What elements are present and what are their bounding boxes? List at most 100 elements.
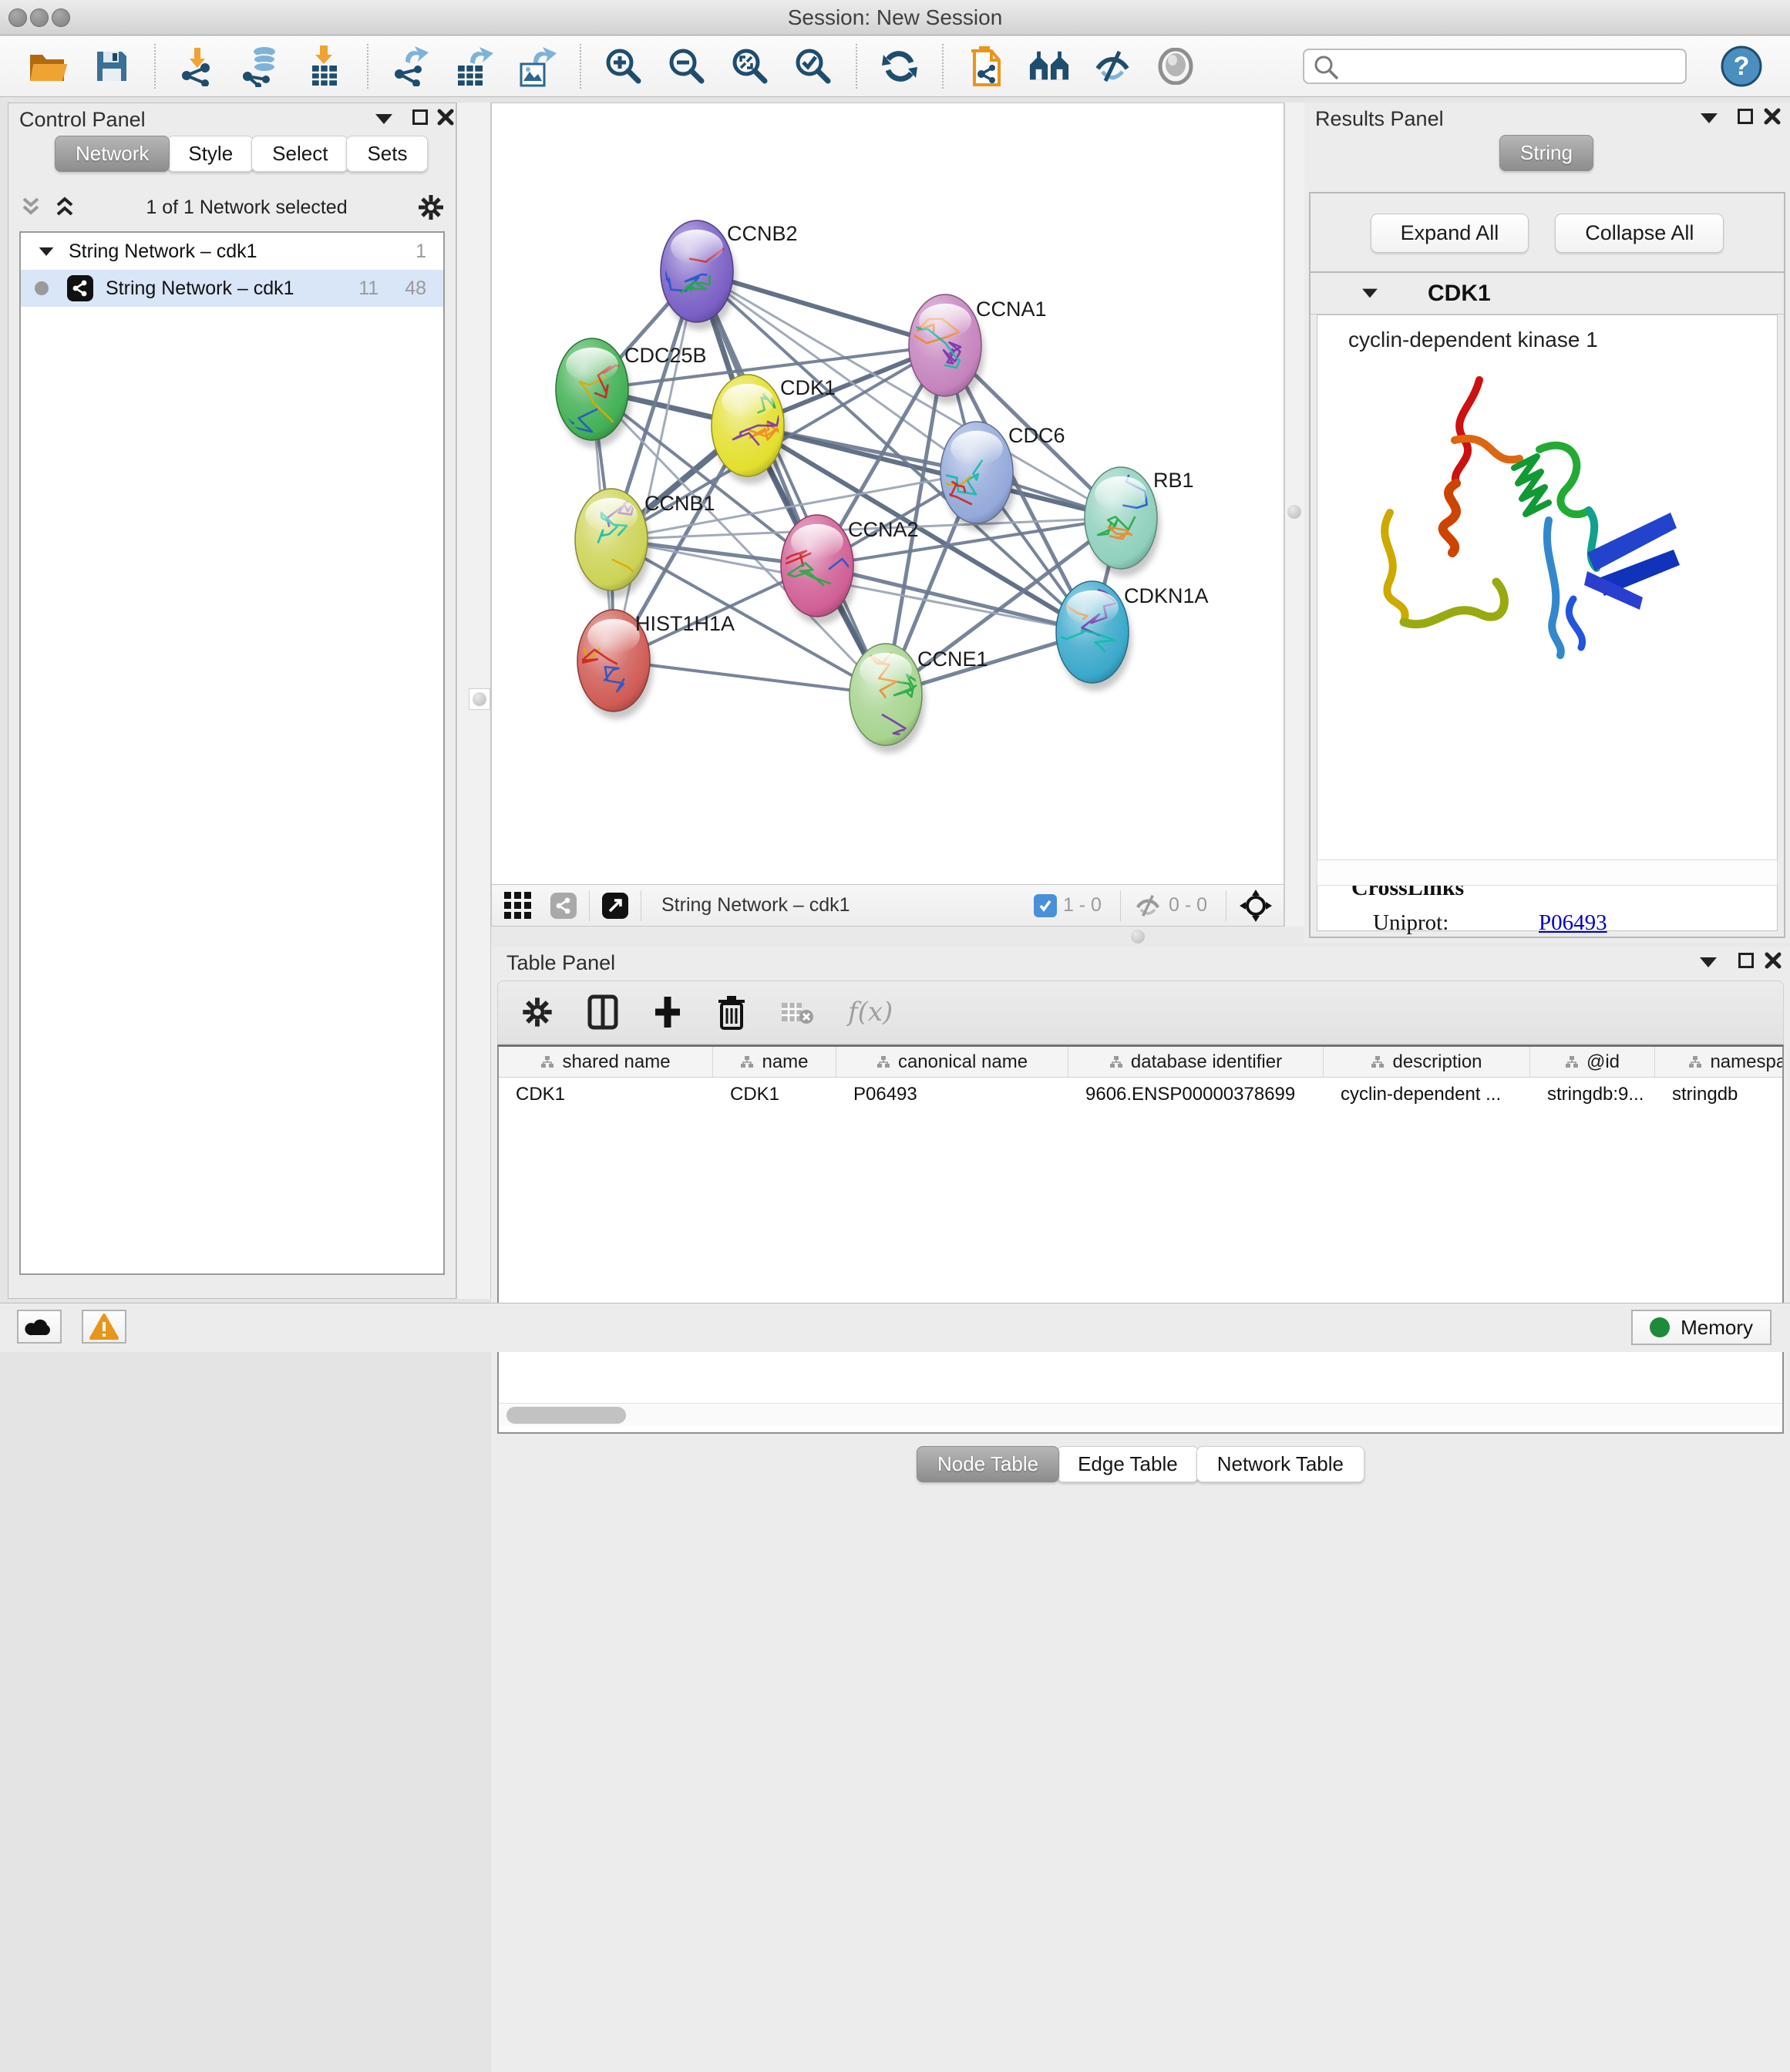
network-list: String Network – cdk1 1 String Network –… [19,231,445,1275]
cell-description[interactable]: cyclin-dependent ... [1324,1084,1530,1105]
right-splitter[interactable] [1284,103,1304,943]
control-panel-float-icon[interactable] [412,109,428,125]
tab-select[interactable]: Select [251,136,348,172]
results-panel-menu-icon[interactable] [1701,113,1718,123]
column-header-database-identifier[interactable]: database identifier [1068,1047,1324,1077]
tab-string[interactable]: String [1499,135,1593,171]
tab-sets[interactable]: Sets [346,136,428,172]
delete-column-icon[interactable] [717,994,746,1030]
node-CCNB2[interactable]: CCNB2 [654,220,798,330]
import-network-file-icon[interactable] [177,45,219,87]
column-header-description[interactable]: description [1324,1047,1530,1077]
table-panel-menu-icon[interactable] [1700,957,1717,967]
node-RB1[interactable]: RB1 [1085,461,1194,577]
export-table-icon[interactable] [453,45,495,87]
zoom-selected-icon[interactable] [792,45,834,87]
cell-name[interactable]: CDK1 [713,1084,836,1105]
birdseye-view-icon[interactable] [1239,889,1273,923]
column-header-@id[interactable]: @id [1530,1047,1655,1077]
cell-@id[interactable]: stringdb:9... [1530,1084,1655,1105]
network-row[interactable]: String Network – cdk1 11 48 [21,270,443,307]
detach-view-icon[interactable] [602,893,628,919]
column-header-canonical-name[interactable]: canonical name [836,1047,1068,1077]
expand-all-button[interactable]: Expand All [1371,214,1529,253]
warnings-button[interactable] [82,1310,126,1344]
string-network-graph[interactable]: CCNB2CCNA1CDC25BCDK1CDC6RB1CCNB1CCNA2CDK… [492,103,1284,883]
network-options-gear-icon[interactable] [417,193,445,221]
results-panel-float-icon[interactable] [1738,109,1753,124]
gene-collapse-icon[interactable] [1362,289,1378,298]
zoom-out-icon[interactable] [666,45,708,87]
right-splitter-handle[interactable] [1287,505,1301,519]
tab-network[interactable]: Network [55,136,170,172]
network-view-title: String Network – cdk1 [661,894,850,917]
zoom-fit-icon[interactable] [729,45,771,87]
node-table[interactable]: shared namenamecanonical name database id… [497,1044,1784,1434]
help-icon[interactable]: ? [1721,45,1762,87]
refresh-layout-icon[interactable] [879,45,920,87]
column-header-label: database identifier [1131,1051,1282,1073]
import-network-database-icon[interactable] [241,45,282,87]
edge-CCNB2-HIST1H1A[interactable] [614,271,697,661]
grid-view-icon[interactable] [503,890,533,921]
collection-expand-icon[interactable] [39,247,54,255]
cloud-status-button[interactable] [17,1310,62,1344]
table-settings-gear-icon[interactable] [521,996,553,1028]
column-header-name[interactable]: name [713,1047,836,1077]
control-panel-menu-icon[interactable] [375,114,392,124]
first-neighbors-icon[interactable] [1028,45,1070,87]
export-network-icon[interactable] [390,45,432,87]
add-column-icon[interactable] [652,995,683,1029]
network-overview-icon[interactable] [550,893,577,919]
expand-all-icon[interactable] [53,196,76,219]
table-panel-float-icon[interactable] [1738,953,1754,968]
table-hscroll-thumb[interactable] [506,1407,626,1424]
table-panel-close-icon[interactable] [1765,952,1782,969]
graphics-details-icon[interactable] [1155,45,1196,87]
control-panel-close-icon[interactable] [437,109,454,126]
table-hscrollbar[interactable] [499,1403,1782,1426]
tab-network-table[interactable]: Network Table [1196,1446,1364,1482]
node-CDC25B[interactable]: CDC25B [550,338,706,448]
toolbar-separator [589,890,590,921]
tab-style[interactable]: Style [167,136,254,172]
cell-shared-name[interactable]: CDK1 [499,1084,713,1105]
column-header-shared-name[interactable]: shared name [499,1047,713,1077]
network-collection-row[interactable]: String Network – cdk1 1 [21,233,443,270]
column-header-namespace[interactable]: namespace [1655,1047,1784,1077]
tab-node-table[interactable]: Node Table [917,1446,1059,1482]
import-table-file-icon[interactable] [304,45,345,87]
edge-HIST1H1A-CCNE1[interactable] [614,661,886,695]
show-columns-icon[interactable] [587,994,618,1030]
search-input[interactable] [1303,49,1687,84]
network-canvas[interactable]: CCNB2CCNA1CDC25BCDK1CDC6RB1CCNB1CCNA2CDK… [491,103,1284,884]
collapse-all-button[interactable]: Collapse All [1555,214,1724,253]
cell-database-identifier[interactable]: 9606.ENSP00000378699 [1068,1084,1324,1105]
left-splitter-handle[interactable] [469,688,490,710]
open-session-icon[interactable] [28,45,69,87]
hide-selected-icon[interactable] [1092,45,1133,87]
results-scrollbar[interactable] [1317,859,1778,886]
save-session-icon[interactable] [91,45,133,87]
node-CCNA1[interactable]: CCNA1 [893,294,1046,404]
table-row[interactable]: CDK1CDK1P064939606.ENSP00000378699cyclin… [499,1078,1782,1112]
node-HIST1H1A[interactable]: HIST1H1A [540,610,735,719]
cell-namespace[interactable]: stringdb [1655,1084,1784,1105]
export-image-icon[interactable] [516,45,558,87]
bottom-splitter-handle[interactable] [1131,930,1145,944]
node-CCNE1[interactable]: CCNE1 [850,644,988,755]
memory-button[interactable]: Memory [1631,1310,1771,1345]
collapse-all-icon[interactable] [19,196,42,219]
tab-edge-table[interactable]: Edge Table [1057,1446,1199,1482]
selected-nodes-checkbox[interactable] [1034,894,1057,917]
gene-entry-header[interactable]: CDK1 [1311,273,1784,314]
results-panel-close-icon[interactable] [1764,108,1781,125]
node-CDC6[interactable]: CDC6 [919,422,1065,531]
cell-canonical-name[interactable]: P06493 [836,1084,1068,1105]
network-from-selection-icon[interactable] [965,45,1007,87]
node-CDKN1A[interactable]: CDKN1A [1053,570,1208,691]
node-CCNB1[interactable]: CCNB1 [575,486,715,599]
zoom-in-icon[interactable] [603,45,644,87]
crosslink-link[interactable]: P06493 [1539,910,1607,936]
left-splitter[interactable] [456,103,491,1299]
